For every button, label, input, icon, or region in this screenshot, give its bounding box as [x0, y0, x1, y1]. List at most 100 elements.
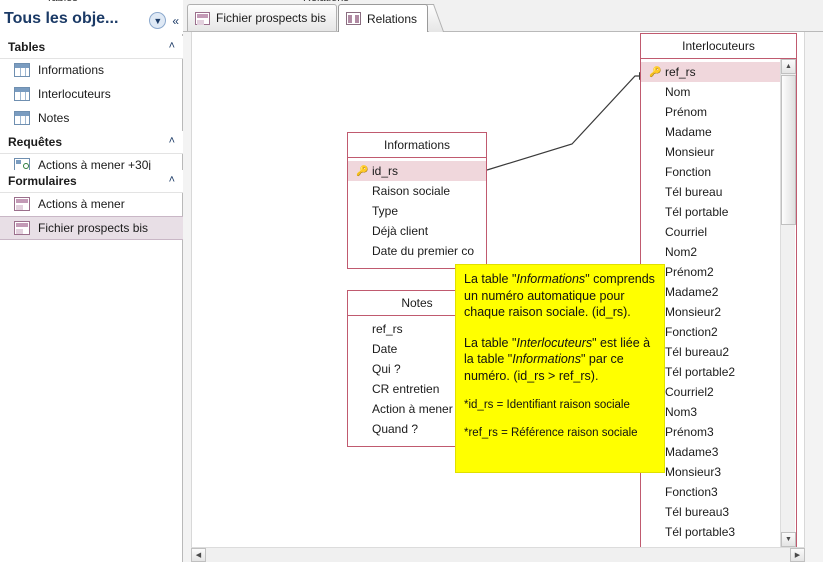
table-field-row[interactable]: Madame — [641, 122, 796, 142]
form-icon — [14, 197, 30, 211]
table-box-informations[interactable]: Informations 🔑 id_rs Raison sociale Type… — [347, 132, 487, 269]
note-emphasis: Interlocuteurs — [516, 335, 593, 350]
table-field-name: Raison sociale — [372, 184, 451, 198]
primary-key-icon: 🔑 — [356, 165, 369, 177]
canvas-horizontal-scrollbar[interactable]: ◀ ▶ — [191, 547, 805, 562]
form-icon — [195, 11, 210, 25]
note-text: La table " — [464, 272, 517, 286]
relationships-canvas-surface[interactable]: Interlocuteurs 🔑 ref_rs Nom Prénom Madam… — [191, 32, 805, 559]
table-field-name: ref_rs — [665, 65, 696, 79]
document-area: Relations Fichier prospects bis Relation… — [183, 0, 823, 562]
tab-label: Fichier prospects bis — [216, 11, 327, 25]
table-field-row[interactable]: 🔑 ref_rs — [641, 62, 796, 82]
table-field-row[interactable]: Déjà client — [348, 221, 486, 241]
table-field-name: Monsieur2 — [665, 305, 722, 319]
primary-key-icon: 🔑 — [649, 66, 662, 78]
table-field-name: Tél portable — [665, 205, 729, 219]
nav-item-actions-a-mener[interactable]: Actions à mener — [0, 192, 183, 216]
scroll-left-icon[interactable]: ◀ — [191, 548, 206, 562]
table-field-row[interactable]: Raison sociale — [348, 181, 486, 201]
chevron-up-icon[interactable]: ˄ — [169, 40, 175, 52]
nav-item-label: Fichier prospects bis — [38, 221, 149, 235]
table-field-name: Nom — [665, 85, 691, 99]
table-field-row[interactable]: Tél bureau3 — [641, 502, 796, 522]
nav-group-header-formulaires[interactable]: Formulaires ˄ — [0, 170, 183, 193]
table-field-name: Madame2 — [665, 285, 719, 299]
nav-item-label: Interlocuteurs — [38, 87, 111, 101]
table-field-row[interactable]: Fonction — [641, 162, 796, 182]
table-field-row[interactable]: Type — [348, 201, 486, 221]
table-field-row[interactable]: Prénom — [641, 102, 796, 122]
table-field-name: Monsieur — [665, 145, 715, 159]
scrollbar-thumb[interactable] — [781, 75, 796, 225]
nav-pane-header-buttons: ▼ « — [149, 12, 179, 29]
table-field-row[interactable]: Tél bureau — [641, 182, 796, 202]
scroll-down-icon[interactable]: ▼ — [781, 532, 796, 547]
chevron-up-icon[interactable]: ˄ — [169, 135, 175, 147]
note-paragraph-2: La table "Interlocuteurs" est liée à la … — [464, 335, 656, 385]
table-icon — [14, 63, 30, 77]
note-emphasis: Informations — [512, 352, 581, 366]
nav-item-fichier-prospects-bis[interactable]: Fichier prospects bis — [0, 216, 183, 240]
table-box-vertical-scrollbar[interactable]: ▲ ▼ — [780, 59, 796, 547]
table-field-row[interactable]: Nom — [641, 82, 796, 102]
nav-item-label: Notes — [38, 111, 70, 125]
access-relations-window: Tables Tous les obje... ▼ « Tables ˄ Inf… — [0, 0, 823, 562]
table-field-name: Quand ? — [372, 422, 419, 436]
scroll-up-icon[interactable]: ▲ — [781, 59, 796, 74]
nav-group-label: Requêtes — [8, 135, 63, 149]
table-field-row[interactable]: Tél portable3 — [641, 522, 796, 542]
nav-item-notes[interactable]: Notes — [0, 106, 183, 130]
chevron-down-icon[interactable]: ▼ — [149, 12, 167, 29]
tab-relations[interactable]: Relations — [338, 4, 429, 32]
table-field-name: Qui ? — [372, 362, 401, 376]
table-field-name: Tél bureau — [665, 185, 723, 199]
table-field-name: Prénom3 — [665, 425, 714, 439]
table-field-row[interactable]: Courriel — [641, 222, 796, 242]
nav-group-header-tables[interactable]: Tables ˄ — [0, 36, 183, 59]
nav-group-header-requetes[interactable]: Requêtes ˄ — [0, 131, 183, 154]
note-paragraph-1: La table "Informations" comprends un num… — [464, 271, 656, 321]
tab-label: Relations — [367, 11, 418, 26]
table-field-name: Date — [372, 342, 398, 356]
table-field-name: Madame3 — [665, 445, 719, 459]
table-field-name: Nom3 — [665, 405, 698, 419]
relations-icon — [346, 12, 361, 25]
nav-group-label: Formulaires — [8, 174, 77, 188]
nav-pane-header: Tous les obje... ▼ « — [0, 4, 183, 34]
table-field-row[interactable]: Fonction3 — [641, 482, 796, 502]
table-field-row[interactable]: 🔑 id_rs — [348, 161, 486, 181]
nav-item-label: Actions à mener — [38, 197, 125, 211]
tab-fichier-prospects-bis[interactable]: Fichier prospects bis — [187, 4, 338, 31]
table-field-name: Tél bureau2 — [665, 345, 730, 359]
table-field-row[interactable]: Monsieur — [641, 142, 796, 162]
table-field-name: Tél portable3 — [665, 525, 736, 539]
navigation-pane: Tables Tous les obje... ▼ « Tables ˄ Inf… — [0, 0, 183, 562]
collapse-pane-icon[interactable]: « — [172, 15, 179, 27]
annotation-note[interactable]: La table "Informations" comprends un num… — [455, 264, 665, 473]
nav-item-informations[interactable]: Informations — [0, 58, 183, 82]
table-field-row[interactable]: Date du premier co — [348, 241, 486, 261]
table-field-name: id_rs — [372, 164, 399, 178]
table-box-title: Interlocuteurs — [641, 34, 796, 58]
relationships-canvas[interactable]: Interlocuteurs 🔑 ref_rs Nom Prénom Madam… — [183, 32, 823, 562]
nav-item-interlocuteurs[interactable]: Interlocuteurs — [0, 82, 183, 106]
note-legend-2: *ref_rs = Référence raison sociale — [464, 427, 638, 439]
nav-pane-title: Tous les obje... — [4, 10, 119, 27]
table-field-name: Date du premier co — [372, 244, 475, 258]
table-icon — [14, 111, 30, 125]
table-field-name: Tél bureau3 — [665, 505, 730, 519]
table-field-name: Action à mener — [372, 402, 453, 416]
table-field-name: ref_rs — [372, 322, 403, 336]
table-field-name: Tél portable2 — [665, 365, 736, 379]
chevron-up-icon[interactable]: ˄ — [169, 174, 175, 186]
table-field-name: Déjà client — [372, 224, 429, 238]
table-icon — [14, 87, 30, 101]
table-field-row[interactable]: Nom2 — [641, 242, 796, 262]
table-box-title: Informations — [348, 133, 486, 157]
table-field-name: Monsieur3 — [665, 465, 722, 479]
scroll-right-icon[interactable]: ▶ — [790, 548, 805, 562]
nav-item-label: Informations — [38, 63, 105, 77]
table-field-row[interactable]: Tél portable — [641, 202, 796, 222]
table-field-name: Courriel — [665, 225, 708, 239]
